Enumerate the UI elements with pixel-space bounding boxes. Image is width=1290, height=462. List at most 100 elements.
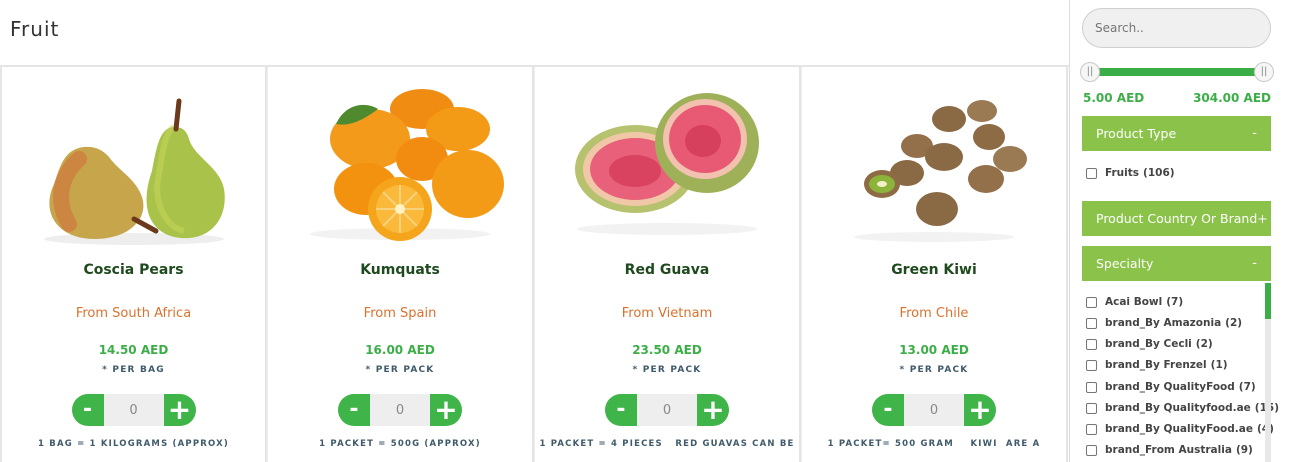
checkbox[interactable] xyxy=(1086,402,1097,414)
filter-option[interactable]: brand_By Cecli (2) xyxy=(1086,337,1213,351)
decrease-quantity-button[interactable]: - xyxy=(605,394,637,426)
filter-sidebar: || || 5.00 AED 304.00 AED Product Type -… xyxy=(1070,0,1290,462)
increase-quantity-button[interactable]: + xyxy=(964,394,996,426)
price-max-label: 304.00 AED xyxy=(1193,91,1271,105)
product-price: 13.00 AED xyxy=(899,343,969,357)
kumquats-image[interactable] xyxy=(268,79,532,249)
price-max-handle[interactable]: || xyxy=(1254,62,1274,82)
price-range-slider[interactable]: || || xyxy=(1080,62,1274,82)
filter-option[interactable]: brand_By QualityFood.ae (4) xyxy=(1086,422,1274,436)
quantity-input[interactable] xyxy=(103,394,164,426)
product-name[interactable]: Kumquats xyxy=(268,262,532,278)
product-card[interactable]: Kumquats From Spain 16.00 AED * PER PACK… xyxy=(267,67,534,462)
checkbox[interactable] xyxy=(1086,444,1097,456)
decrease-quantity-button[interactable]: - xyxy=(872,394,904,426)
product-unit: * PER PACK xyxy=(365,365,435,375)
filter-list-scrollbar[interactable] xyxy=(1265,283,1271,462)
product-origin: From Chile xyxy=(899,306,969,321)
product-name[interactable]: Coscia Pears xyxy=(2,262,265,278)
filter-option-label: brand_By QualityFood.ae xyxy=(1105,423,1253,435)
scrollbar-thumb[interactable] xyxy=(1265,283,1271,319)
product-unit: * PER PACK xyxy=(899,365,969,375)
checkbox[interactable] xyxy=(1086,359,1097,371)
product-price: 16.00 AED xyxy=(365,343,435,357)
product-name[interactable]: Green Kiwi xyxy=(802,262,1066,278)
product-price: 14.50 AED xyxy=(98,343,169,357)
product-origin: From Vietnam xyxy=(621,306,713,321)
decrease-quantity-button[interactable]: - xyxy=(71,394,104,426)
product-origin: From Spain xyxy=(363,306,437,321)
product-card[interactable]: Red Guava From Vietnam 23.50 AED * PER P… xyxy=(534,67,801,462)
product-note: 1 PACKET = 4 PIECES RED GUAVAS CAN BE xyxy=(539,439,795,449)
filter-option-count: (9) xyxy=(1235,444,1253,456)
price-min-label: 5.00 AED xyxy=(1083,91,1145,105)
filter-option-count: (2) xyxy=(1195,338,1213,350)
increase-quantity-button[interactable]: + xyxy=(163,394,196,426)
page-title: Fruit xyxy=(10,17,60,41)
product-note: 1 PACKET= 500 GRAM KIWI ARE A xyxy=(827,439,1041,449)
filter-option-label: brand_By Amazonia xyxy=(1105,317,1222,329)
filter-option-label: brand_By QualityFood xyxy=(1105,381,1235,393)
filter-header-label: Specialty xyxy=(1096,256,1154,271)
filter-header-label: Product Country Or Brand xyxy=(1096,211,1258,226)
filter-option-label: Acai Bowl xyxy=(1105,296,1163,308)
quantity-stepper: - + xyxy=(338,394,462,426)
checkbox[interactable] xyxy=(1086,338,1097,350)
product-name[interactable]: Red Guava xyxy=(535,262,799,278)
filter-option-count: (106) xyxy=(1143,167,1175,179)
filter-option-label: brand_From Australia xyxy=(1105,444,1232,456)
filter-header-specialty[interactable]: Specialty - xyxy=(1082,246,1271,281)
kiwi-image[interactable] xyxy=(802,79,1066,249)
product-price: 23.50 AED xyxy=(632,343,702,357)
quantity-stepper: - + xyxy=(605,394,729,426)
filter-header-label: Product Type xyxy=(1096,126,1177,141)
filter-header-country-brand[interactable]: Product Country Or Brand+ xyxy=(1082,201,1271,236)
checkbox[interactable] xyxy=(1086,423,1097,435)
quantity-input[interactable] xyxy=(637,394,697,426)
product-card[interactable]: Coscia Pears From South Africa 14.50 AED… xyxy=(0,67,267,462)
main-content: Fruit Coscia Pears From South Africa 14.… xyxy=(0,0,1069,462)
filter-header-product-type[interactable]: Product Type - xyxy=(1082,116,1271,151)
filter-option[interactable]: Acai Bowl (7) xyxy=(1086,295,1183,309)
collapse-toggle[interactable]: - xyxy=(1252,116,1257,151)
collapse-toggle[interactable]: - xyxy=(1252,246,1257,281)
checkbox[interactable] xyxy=(1086,381,1097,393)
filter-option-label: brand_By Frenzel xyxy=(1105,359,1207,371)
checkbox[interactable] xyxy=(1086,317,1097,329)
filter-option[interactable]: Fruits (106) xyxy=(1086,166,1175,180)
filter-option-count: (2) xyxy=(1225,317,1243,329)
pears-image[interactable] xyxy=(2,79,265,249)
checkbox[interactable] xyxy=(1086,296,1097,308)
price-min-handle[interactable]: || xyxy=(1080,62,1100,82)
product-unit: * PER PACK xyxy=(632,365,702,375)
filter-option-label: Fruits xyxy=(1105,167,1140,179)
product-note: 1 BAG = 1 KILOGRAMS (APPROX) xyxy=(38,439,229,449)
search-input[interactable] xyxy=(1082,8,1271,48)
filter-option[interactable]: brand_From Australia (9) xyxy=(1086,443,1253,457)
filter-option-count: (7) xyxy=(1166,296,1184,308)
product-unit: * PER BAG xyxy=(102,365,165,375)
quantity-input[interactable] xyxy=(370,394,430,426)
filter-option-label: brand_By Qualityfood.ae xyxy=(1105,402,1251,414)
quantity-input[interactable] xyxy=(904,394,964,426)
product-origin: From South Africa xyxy=(75,306,192,321)
increase-quantity-button[interactable]: + xyxy=(430,394,462,426)
decrease-quantity-button[interactable]: - xyxy=(338,394,370,426)
filter-option[interactable]: brand_By Frenzel (1) xyxy=(1086,358,1228,372)
filter-option-count: (7) xyxy=(1238,381,1256,393)
product-card[interactable]: Green Kiwi From Chile 13.00 AED * PER PA… xyxy=(801,67,1068,462)
expand-toggle[interactable]: + xyxy=(1257,211,1267,226)
product-grid: Coscia Pears From South Africa 14.50 AED… xyxy=(0,65,1069,462)
quantity-stepper: - + xyxy=(71,394,196,426)
price-range-track[interactable] xyxy=(1088,68,1266,76)
quantity-stepper: - + xyxy=(872,394,996,426)
filter-option-label: brand_By Cecli xyxy=(1105,338,1192,350)
filter-option[interactable]: brand_By Amazonia (2) xyxy=(1086,316,1242,330)
filter-option[interactable]: brand_By QualityFood (7) xyxy=(1086,380,1256,394)
filter-option-count: (1) xyxy=(1210,359,1228,371)
guava-image[interactable] xyxy=(535,79,799,249)
checkbox[interactable] xyxy=(1086,167,1097,179)
increase-quantity-button[interactable]: + xyxy=(697,394,729,426)
filter-option[interactable]: brand_By Qualityfood.ae (15) xyxy=(1086,401,1279,415)
product-note: 1 PACKET = 500G (APPROX) xyxy=(319,439,481,449)
